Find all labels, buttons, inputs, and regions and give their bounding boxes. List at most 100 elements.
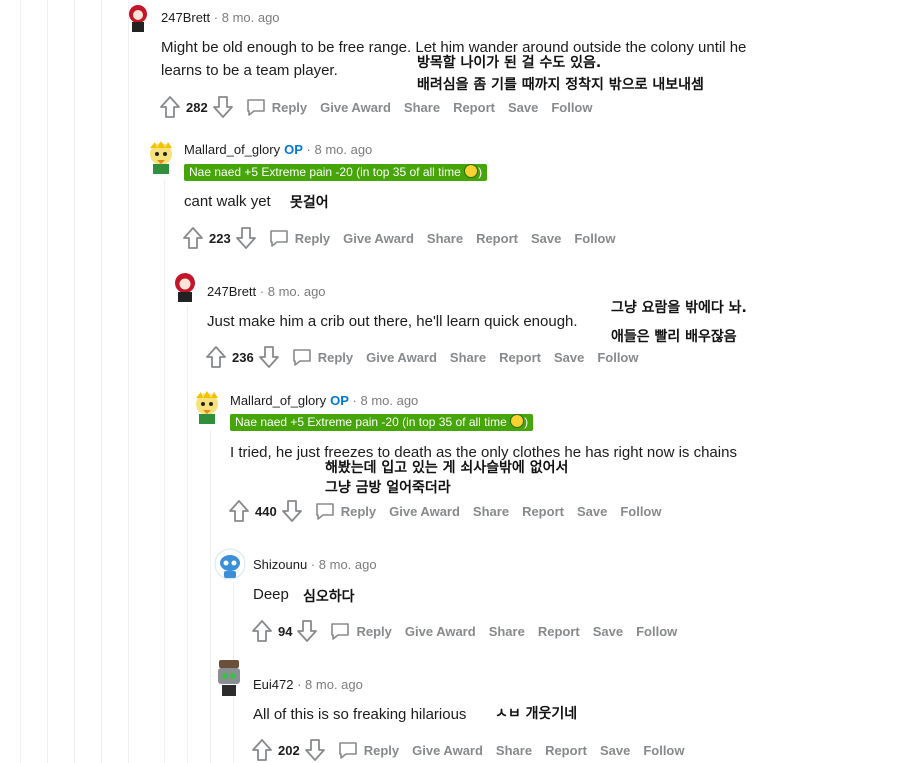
user-flair: Nae naed +5 Extreme pain -20 (in top 35 … bbox=[230, 414, 534, 431]
report-button[interactable]: Report bbox=[453, 100, 495, 115]
thread-line[interactable] bbox=[101, 0, 102, 763]
downvote-arrow-icon[interactable] bbox=[212, 95, 234, 119]
avatar[interactable] bbox=[214, 658, 244, 698]
comment-age: · 8 mo. ago bbox=[306, 142, 373, 157]
upvote-arrow-icon[interactable] bbox=[251, 619, 273, 643]
thread-line[interactable] bbox=[20, 0, 21, 763]
thread-line[interactable] bbox=[74, 0, 75, 763]
op-badge: OP bbox=[330, 393, 349, 408]
avatar[interactable] bbox=[122, 0, 154, 32]
thread-line[interactable] bbox=[187, 306, 188, 763]
translation-line: 못걸어 bbox=[290, 195, 329, 211]
vote-score: 94 bbox=[278, 623, 293, 639]
translation-line: 심오하다 bbox=[303, 589, 355, 605]
save-button[interactable]: Save bbox=[531, 231, 561, 246]
downvote-arrow-icon[interactable] bbox=[235, 226, 257, 250]
username[interactable]: 247Brett bbox=[161, 10, 210, 25]
give-award-button[interactable]: Give Award bbox=[343, 231, 414, 246]
username[interactable]: Mallard_of_glory bbox=[184, 142, 280, 157]
vote-score: 440 bbox=[255, 503, 277, 519]
user-flair: Nae naed +5 Extreme pain -20 (in top 35 … bbox=[184, 164, 488, 181]
give-award-button[interactable]: Give Award bbox=[412, 743, 483, 758]
follow-button[interactable]: Follow bbox=[597, 350, 638, 365]
username[interactable]: Eui472 bbox=[253, 677, 293, 692]
vote-score: 236 bbox=[232, 349, 254, 365]
translation-line: 방목할 나이가 된 걸 수도 있음. bbox=[417, 55, 602, 71]
share-button[interactable]: Share bbox=[489, 624, 525, 639]
report-button[interactable]: Report bbox=[545, 743, 587, 758]
give-award-button[interactable]: Give Award bbox=[405, 624, 476, 639]
follow-button[interactable]: Follow bbox=[620, 504, 661, 519]
reply-bubble-icon[interactable] bbox=[292, 347, 312, 367]
comment-text: All of this is so freaking hilarious bbox=[253, 706, 467, 723]
comment-age: · 8 mo. ago bbox=[352, 393, 419, 408]
vote-score: 202 bbox=[278, 742, 300, 758]
reply-button[interactable]: Reply bbox=[356, 624, 391, 639]
vote-score: 282 bbox=[186, 99, 208, 115]
give-award-button[interactable]: Give Award bbox=[389, 504, 460, 519]
thread-line[interactable] bbox=[210, 430, 211, 763]
downvote-arrow-icon[interactable] bbox=[296, 619, 318, 643]
downvote-arrow-icon[interactable] bbox=[304, 738, 326, 762]
op-badge: OP bbox=[284, 142, 303, 157]
flair-emoji-icon bbox=[464, 164, 479, 178]
translation-line: 그냥 금방 얼어죽더라 bbox=[325, 480, 451, 496]
translation-line: ㅅㅂ 개웃기네 bbox=[495, 706, 578, 722]
report-button[interactable]: Report bbox=[538, 624, 580, 639]
thread-line[interactable] bbox=[128, 0, 129, 763]
save-button[interactable]: Save bbox=[508, 100, 538, 115]
username[interactable]: 247Brett bbox=[207, 284, 256, 299]
comment-age: · 8 mo. ago bbox=[310, 557, 377, 572]
follow-button[interactable]: Follow bbox=[574, 231, 615, 246]
downvote-arrow-icon[interactable] bbox=[281, 499, 303, 523]
username[interactable]: Shizounu bbox=[253, 557, 307, 572]
avatar[interactable] bbox=[214, 548, 246, 580]
username[interactable]: Mallard_of_glory bbox=[230, 393, 326, 408]
reply-button[interactable]: Reply bbox=[272, 100, 307, 115]
thread-line[interactable] bbox=[47, 0, 48, 763]
reply-bubble-icon[interactable] bbox=[315, 501, 335, 521]
thread-line[interactable] bbox=[164, 180, 165, 763]
save-button[interactable]: Save bbox=[593, 624, 623, 639]
reply-button[interactable]: Reply bbox=[341, 504, 376, 519]
upvote-arrow-icon[interactable] bbox=[205, 345, 227, 369]
translation-line: 배려심을 좀 기를 때까지 정착지 밖으로 내보내셈 bbox=[417, 77, 704, 93]
share-button[interactable]: Share bbox=[450, 350, 486, 365]
share-button[interactable]: Share bbox=[427, 231, 463, 246]
share-button[interactable]: Share bbox=[404, 100, 440, 115]
save-button[interactable]: Save bbox=[577, 504, 607, 519]
avatar[interactable] bbox=[189, 388, 225, 424]
reply-button[interactable]: Reply bbox=[318, 350, 353, 365]
reply-bubble-icon[interactable] bbox=[330, 621, 350, 641]
reply-button[interactable]: Reply bbox=[364, 743, 399, 758]
reply-bubble-icon[interactable] bbox=[269, 228, 289, 248]
follow-button[interactable]: Follow bbox=[643, 743, 684, 758]
reply-button[interactable]: Reply bbox=[295, 231, 330, 246]
report-button[interactable]: Report bbox=[476, 231, 518, 246]
translation-line: 해봤는데 입고 있는 게 쇠사슬밖에 없어서 bbox=[325, 460, 569, 476]
comment-text: Deep bbox=[253, 586, 289, 603]
save-button[interactable]: Save bbox=[600, 743, 630, 758]
give-award-button[interactable]: Give Award bbox=[366, 350, 437, 365]
downvote-arrow-icon[interactable] bbox=[258, 345, 280, 369]
report-button[interactable]: Report bbox=[522, 504, 564, 519]
comment-age: · 8 mo. ago bbox=[259, 284, 326, 299]
upvote-arrow-icon[interactable] bbox=[159, 95, 181, 119]
avatar[interactable] bbox=[168, 268, 202, 302]
comment-text: cant walk yet bbox=[184, 193, 271, 210]
flair-emoji-icon bbox=[510, 414, 525, 428]
follow-button[interactable]: Follow bbox=[636, 624, 677, 639]
reply-bubble-icon[interactable] bbox=[246, 97, 266, 117]
save-button[interactable]: Save bbox=[554, 350, 584, 365]
report-button[interactable]: Report bbox=[499, 350, 541, 365]
translation-line: 그냥 요람을 밖에다 놔. bbox=[611, 300, 747, 316]
upvote-arrow-icon[interactable] bbox=[251, 738, 273, 762]
upvote-arrow-icon[interactable] bbox=[228, 499, 250, 523]
share-button[interactable]: Share bbox=[473, 504, 509, 519]
reply-bubble-icon[interactable] bbox=[338, 740, 358, 760]
give-award-button[interactable]: Give Award bbox=[320, 100, 391, 115]
upvote-arrow-icon[interactable] bbox=[182, 226, 204, 250]
avatar[interactable] bbox=[143, 138, 179, 174]
follow-button[interactable]: Follow bbox=[551, 100, 592, 115]
share-button[interactable]: Share bbox=[496, 743, 532, 758]
